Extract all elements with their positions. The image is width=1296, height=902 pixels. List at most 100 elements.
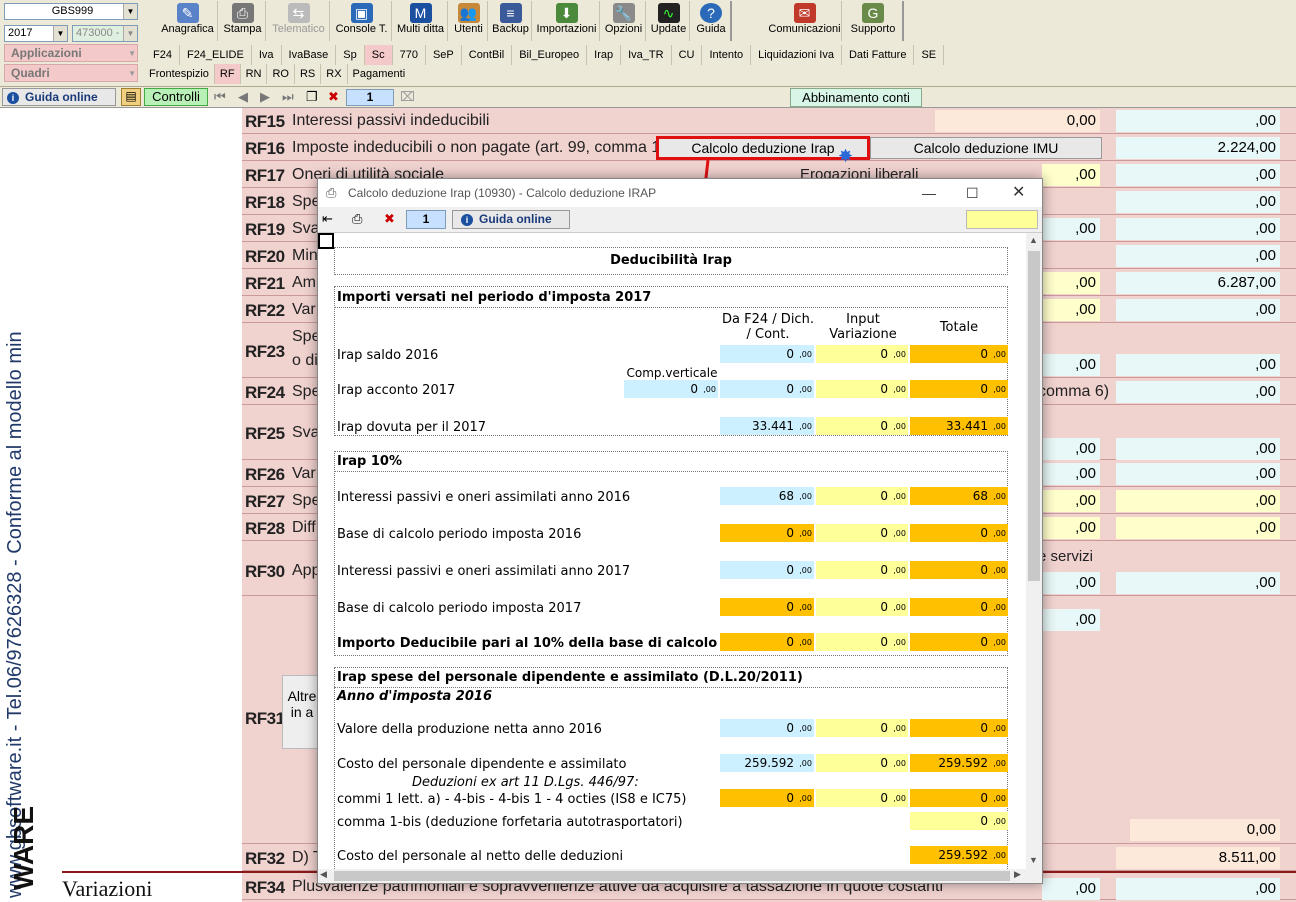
- scroll-left-icon[interactable]: ◀: [320, 869, 327, 880]
- field-value[interactable]: ,00: [1042, 354, 1100, 376]
- printer-icon[interactable]: ⎙: [352, 211, 362, 227]
- field-value[interactable]: ,00: [1116, 164, 1280, 186]
- tab-iva-tr[interactable]: Iva_TR: [621, 45, 672, 65]
- tab-se[interactable]: SE: [914, 45, 945, 65]
- tab-iva[interactable]: Iva: [252, 45, 282, 65]
- dialog-search-field[interactable]: [966, 210, 1038, 229]
- controlli-button[interactable]: Controlli: [144, 88, 208, 106]
- tab-intento[interactable]: Intento: [702, 45, 752, 65]
- tab-sep[interactable]: SeP: [426, 45, 462, 65]
- value-cell[interactable]: 259.592 ,00: [720, 754, 814, 772]
- field-value[interactable]: ,00: [1116, 490, 1280, 512]
- value-cell[interactable]: 0,00: [816, 633, 908, 651]
- field-value[interactable]: ,00: [1116, 110, 1280, 132]
- value-cell[interactable]: 0,00: [816, 524, 908, 542]
- tab-cu[interactable]: CU: [672, 45, 703, 65]
- tab-irap[interactable]: Irap: [587, 45, 622, 65]
- prev-page-icon[interactable]: ◀: [238, 89, 248, 105]
- tab-ivabase[interactable]: IvaBase: [282, 45, 337, 65]
- minimize-icon[interactable]: —: [922, 179, 936, 207]
- altre-button[interactable]: Altre in a: [282, 675, 322, 749]
- importazioni-button[interactable]: ⬇ Importazioni: [534, 1, 600, 41]
- tab-f24[interactable]: F24: [146, 45, 180, 65]
- field-value[interactable]: ,00: [1042, 299, 1100, 321]
- delete-page-icon[interactable]: ✖: [328, 89, 339, 105]
- tab-bil-europeo[interactable]: Bil_Europeo: [512, 45, 588, 65]
- page-number[interactable]: 1: [346, 89, 394, 106]
- scroll-up-icon[interactable]: ▲: [1029, 235, 1038, 245]
- field-value[interactable]: ,00: [1042, 272, 1100, 294]
- maximize-icon[interactable]: ☐: [966, 179, 979, 207]
- field-value[interactable]: ,00: [1116, 878, 1280, 900]
- utenti-button[interactable]: 👥 Utenti: [450, 1, 488, 41]
- delete-icon[interactable]: ✖: [384, 211, 395, 227]
- value-cell[interactable]: 0,00: [816, 380, 908, 398]
- value-cell[interactable]: 0,00: [816, 487, 908, 505]
- field-value[interactable]: ,00: [1042, 609, 1100, 631]
- tab-f24-elide[interactable]: F24_ELIDE: [180, 45, 252, 65]
- tab-sp[interactable]: Sp: [336, 45, 365, 65]
- company-select[interactable]: GBS999 ▼: [4, 3, 138, 20]
- next-page-icon[interactable]: ▶: [260, 89, 270, 105]
- field-value[interactable]: ,00: [1116, 354, 1280, 376]
- value-cell[interactable]: 0,00: [816, 417, 908, 435]
- field-value[interactable]: 0,00: [935, 110, 1100, 132]
- stampa-button[interactable]: ⎙ Stampa: [220, 1, 266, 41]
- backup-button[interactable]: ≡ Backup: [490, 1, 532, 41]
- dialog-page-number[interactable]: 1: [406, 210, 446, 229]
- field-value[interactable]: ,00: [1116, 299, 1280, 321]
- tab-rn[interactable]: RN: [241, 64, 268, 84]
- value-cell[interactable]: 0,00: [816, 789, 908, 807]
- tab-contbil[interactable]: ContBil: [462, 45, 513, 65]
- calcolo-deduzione-imu-button[interactable]: Calcolo deduzione IMU: [870, 137, 1102, 159]
- value-cell[interactable]: 68,00: [720, 487, 814, 505]
- value-cell[interactable]: 0,00: [624, 380, 718, 398]
- value-cell[interactable]: 0,00: [720, 380, 814, 398]
- new-page-icon[interactable]: ❐: [306, 89, 318, 105]
- last-page-icon[interactable]: ⏭: [282, 89, 294, 105]
- tab-sc[interactable]: Sc: [364, 45, 393, 65]
- dialog-guida-button[interactable]: i Guida online: [452, 210, 570, 229]
- multiditta-button[interactable]: M Multi ditta: [394, 1, 448, 41]
- tab-770[interactable]: 770: [393, 45, 426, 65]
- code-select[interactable]: 473000 - ▼: [72, 25, 138, 42]
- field-value[interactable]: ,00: [1116, 381, 1280, 403]
- applicazioni-menu[interactable]: Applicazioni ▼: [4, 44, 138, 62]
- close-icon[interactable]: ✕: [1012, 179, 1025, 207]
- field-value[interactable]: ,00: [1116, 438, 1280, 460]
- field-value[interactable]: 6.287,00: [1116, 272, 1280, 294]
- field-value[interactable]: ,00: [1042, 218, 1100, 240]
- exit-icon[interactable]: ⇤: [322, 211, 333, 227]
- scroll-thumb[interactable]: [1028, 251, 1040, 581]
- calculator-icon[interactable]: ▤: [121, 88, 141, 106]
- field-value[interactable]: ,00: [1116, 218, 1280, 240]
- tab-frontespizio[interactable]: Frontespizio: [144, 64, 215, 84]
- value-cell[interactable]: 0,00: [816, 754, 908, 772]
- anagrafica-button[interactable]: ✎ Anagrafica: [158, 1, 218, 41]
- field-value[interactable]: ,00: [1042, 878, 1100, 900]
- comunicazioni-button[interactable]: ✉ Comunicazioni: [768, 1, 842, 41]
- first-page-icon[interactable]: ⏮: [214, 89, 226, 105]
- value-cell[interactable]: 0,00: [816, 598, 908, 616]
- field-value[interactable]: ,00: [1116, 463, 1280, 485]
- horizontal-scrollbar[interactable]: ◀ ▶: [318, 869, 1042, 883]
- guida-online-button[interactable]: i Guida online: [2, 88, 116, 106]
- tab-pagamenti[interactable]: Pagamenti: [348, 64, 411, 84]
- field-value[interactable]: ,00: [1042, 463, 1100, 485]
- field-value[interactable]: ,00: [1116, 572, 1280, 594]
- clear-icon[interactable]: ⌧: [400, 89, 415, 105]
- tab-liquidazioni-iva[interactable]: Liquidazioni Iva: [751, 45, 842, 65]
- value-cell[interactable]: 0,00: [720, 561, 814, 579]
- tab-rs[interactable]: RS: [295, 64, 322, 84]
- value-cell[interactable]: 33.441 ,00: [720, 417, 814, 435]
- console-button[interactable]: ▣ Console T.: [332, 1, 392, 41]
- supporto-button[interactable]: G Supporto: [844, 1, 904, 41]
- field-value-55[interactable]: 0,00: [1130, 819, 1280, 841]
- select-all-icon[interactable]: [318, 233, 334, 249]
- year-select[interactable]: 2017 ▼: [4, 25, 68, 42]
- field-value[interactable]: ,00: [1116, 517, 1280, 539]
- guida-button[interactable]: ? Guida: [692, 1, 732, 41]
- scroll-down-icon[interactable]: ▼: [1029, 855, 1038, 865]
- field-value[interactable]: ,00: [1042, 438, 1100, 460]
- field-value[interactable]: ,00: [1042, 572, 1100, 594]
